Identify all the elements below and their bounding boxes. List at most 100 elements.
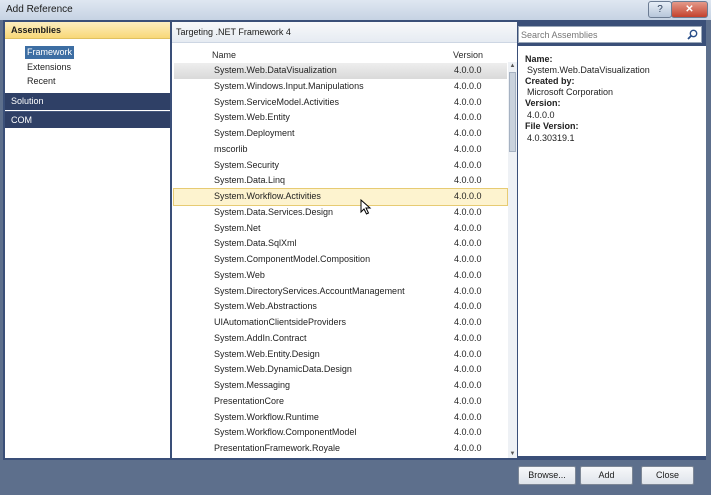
scroll-thumb[interactable]	[509, 72, 516, 152]
table-row[interactable]: System.ComponentModel.Composition 4.0.0.0	[174, 252, 507, 268]
detail-version-value: 4.0.0.0	[527, 110, 555, 120]
assembly-version: 4.0.0.0	[454, 395, 482, 406]
search-icon[interactable]	[687, 29, 698, 40]
column-header-version[interactable]: Version	[453, 50, 483, 60]
assembly-name: System.Web.Entity	[214, 112, 290, 123]
assembly-name: System.Web.DynamicData.Design	[214, 364, 352, 375]
assembly-name: System.Web.Entity.Design	[214, 348, 320, 359]
assembly-version: 4.0.0.0	[454, 175, 482, 186]
table-row[interactable]: System.Data.Services.Design 4.0.0.0	[174, 205, 507, 221]
assembly-version: 4.0.0.0	[454, 65, 482, 75]
assembly-name: System.Security	[214, 159, 280, 170]
assembly-list: System.Web.DataVisualization 4.0.0.0 Syste…	[173, 63, 508, 457]
nav-solution[interactable]: Solution	[5, 93, 170, 110]
assembly-name: mscorlib	[214, 143, 248, 154]
assembly-version: 4.0.0.0	[454, 238, 482, 249]
nav-item-framework[interactable]: Framework	[25, 46, 75, 59]
table-row[interactable]: System.Web.DynamicData.Design 4.0.0.0	[174, 362, 507, 378]
assembly-name: System.Net	[214, 222, 261, 233]
table-row[interactable]: mscorlib 4.0.0.0	[174, 142, 507, 158]
table-row[interactable]: System.Messaging 4.0.0.0	[174, 378, 507, 394]
assembly-version: 4.0.0.0	[454, 332, 482, 343]
detail-version-label: Version:	[525, 98, 561, 108]
assembly-version: 4.0.0.0	[454, 254, 482, 264]
table-row[interactable]: System.Web.Abstractions 4.0.0.0	[174, 299, 507, 315]
assembly-version: 4.0.0.0	[454, 128, 482, 138]
table-row[interactable]: System.AddIn.Contract 4.0.0.0	[174, 331, 507, 347]
assembly-name: PresentationCore	[214, 395, 285, 406]
table-row[interactable]: System.Windows.Input.Manipulations 4.0.0.…	[174, 79, 507, 95]
table-row[interactable]: System.Web 4.0.0.0	[174, 268, 507, 284]
table-row[interactable]: System.Deployment 4.0.0.0	[174, 126, 507, 142]
add-button[interactable]: Add	[580, 466, 633, 485]
assembly-name: System.AddIn.Contract	[214, 332, 307, 343]
table-row[interactable]: System.ServiceModel.Activities 4.0.0.0	[174, 95, 507, 111]
detail-created-value: Microsoft Corporation	[527, 87, 614, 97]
detail-name-label: Name:	[525, 54, 553, 64]
assembly-name: System.DirectoryServices.AccountManageme…	[214, 285, 405, 296]
help-button[interactable]: ?	[648, 1, 672, 18]
table-row[interactable]: System.Net 4.0.0.0	[174, 221, 507, 237]
assembly-version: 4.0.0.0	[454, 348, 482, 359]
table-row[interactable]: System.Workflow.ComponentModel 4.0.0.0	[174, 425, 507, 441]
table-row[interactable]: System.Data.SqlXml 4.0.0.0	[174, 236, 507, 252]
help-icon: ?	[657, 4, 663, 15]
detail-file-version-label: File Version:	[525, 121, 579, 131]
assembly-name: System.Web	[214, 269, 265, 280]
list-scrollbar[interactable]: ▲ ▼	[508, 62, 517, 458]
assembly-version: 4.0.0.0	[454, 411, 482, 422]
table-row[interactable]: System.Workflow.Activities 4.0.0.0	[173, 188, 508, 206]
browse-button[interactable]: Browse...	[518, 466, 576, 485]
assembly-name: System.ComponentModel.Composition	[214, 254, 371, 264]
table-row[interactable]: System.Web.Entity 4.0.0.0	[174, 110, 507, 126]
close-icon: ✕	[685, 4, 694, 15]
table-row[interactable]: UIAutomationClientsideProviders 4.0.0.0	[174, 315, 507, 331]
table-row[interactable]: System.Workflow.Runtime 4.0.0.0	[174, 410, 507, 426]
assembly-version: 4.0.0.0	[454, 427, 482, 438]
assembly-name: System.Windows.Input.Manipulations	[214, 80, 364, 91]
assembly-name: System.ServiceModel.Activities	[214, 96, 340, 107]
table-row[interactable]: System.Web.DataVisualization 4.0.0.0	[174, 63, 507, 79]
assembly-name: System.Workflow.Runtime	[214, 411, 319, 422]
assembly-name: System.Data.Services.Design	[214, 206, 334, 217]
nav-com[interactable]: COM	[5, 111, 170, 128]
assembly-version: 4.0.0.0	[454, 364, 482, 375]
assembly-version: 4.0.0.0	[454, 159, 482, 170]
table-row[interactable]: System.Web.Entity.Design 4.0.0.0	[174, 347, 507, 363]
left-nav: Assemblies Framework Extensions Recent S…	[5, 22, 170, 458]
close-window-button[interactable]: ✕	[671, 1, 708, 18]
assembly-name: System.Data.Linq	[214, 175, 286, 186]
assembly-name: System.Workflow.Activities	[214, 191, 321, 201]
assembly-version: 4.0.0.0	[454, 222, 482, 233]
assembly-name: System.Deployment	[214, 128, 295, 138]
table-row[interactable]: System.Data.Linq 4.0.0.0	[174, 173, 507, 189]
search-input[interactable]	[521, 28, 681, 41]
scroll-up-icon[interactable]: ▲	[509, 63, 516, 69]
assembly-version: 4.0.0.0	[454, 80, 482, 91]
assembly-name: System.Workflow.ComponentModel	[214, 427, 357, 438]
assembly-list-panel: Targeting .NET Framework 4 Name Version …	[172, 22, 517, 458]
assembly-version: 4.0.0.0	[454, 285, 482, 296]
window-title: Add Reference	[6, 4, 73, 15]
title-bar: Add Reference ? ✕	[0, 0, 711, 20]
assembly-name: PresentationFramework.Royale	[214, 443, 341, 453]
assembly-name: System.Messaging	[214, 380, 291, 390]
assembly-version: 4.0.0.0	[454, 143, 482, 154]
assembly-version: 4.0.0.0	[454, 191, 482, 201]
detail-name-value: System.Web.DataVisualization	[527, 65, 650, 75]
assembly-name: System.Web.Abstractions	[214, 301, 317, 312]
table-row[interactable]: PresentationCore 4.0.0.0	[174, 394, 507, 410]
detail-created-label: Created by:	[525, 76, 575, 86]
assembly-version: 4.0.0.0	[454, 317, 482, 327]
nav-item-extensions[interactable]: Extensions	[25, 61, 73, 74]
scroll-down-icon[interactable]: ▼	[509, 451, 516, 457]
close-button[interactable]: Close	[641, 466, 694, 485]
table-row[interactable]: System.Security 4.0.0.0	[174, 158, 507, 174]
table-row[interactable]: PresentationFramework.Royale 4.0.0.0	[174, 441, 507, 457]
nav-assemblies[interactable]: Assemblies	[5, 22, 170, 39]
table-row[interactable]: System.DirectoryServices.AccountManageme…	[174, 284, 507, 300]
details-panel: Name: System.Web.DataVisualization Creat…	[518, 46, 706, 456]
nav-item-recent[interactable]: Recent	[25, 75, 58, 88]
column-header-name[interactable]: Name	[212, 50, 236, 60]
search-box[interactable]	[518, 26, 702, 43]
